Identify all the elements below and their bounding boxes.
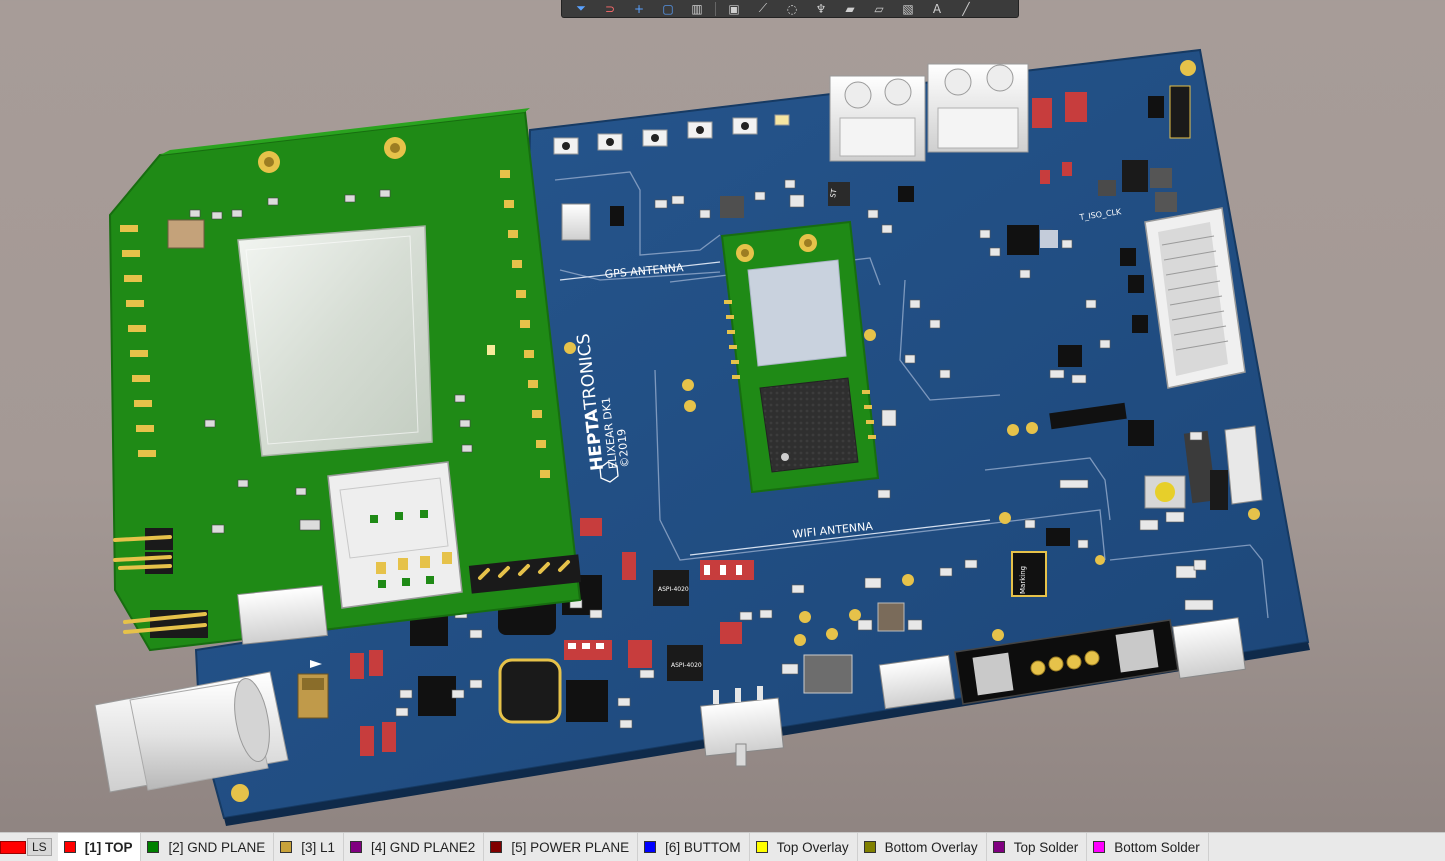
layer-tab-label: Top Overlay xyxy=(776,839,849,855)
layer-tab-2-gnd-plane[interactable]: [2] GND PLANE xyxy=(141,832,275,861)
layer-tab-label: Bottom Solder xyxy=(1114,839,1200,855)
layer-tab-4-gnd-plane2[interactable]: [4] GND PLANE2 xyxy=(344,832,485,861)
layer-tab-3-l1[interactable]: [3] L1 xyxy=(274,832,345,861)
terminal-block-2 xyxy=(927,63,1029,153)
layer-set-label[interactable]: LS xyxy=(27,838,52,856)
layer-tab-label: [1] TOP xyxy=(84,839,133,855)
chart-icon[interactable]: ▥ xyxy=(686,1,708,17)
current-layer-color-swatch xyxy=(0,840,26,854)
via-icon[interactable]: ◌ xyxy=(781,1,803,17)
layer-tab-5-power-plane[interactable]: [5] POWER PLANE xyxy=(484,832,639,861)
pad-icon[interactable]: ♆ xyxy=(810,1,832,17)
layer-tab-label: [6] BUTTOM xyxy=(665,839,741,855)
layer-tab-label: [2] GND PLANE xyxy=(168,839,266,855)
layer-tab-top-solder[interactable]: Top Solder xyxy=(987,832,1088,861)
track-icon[interactable]: ⟋ xyxy=(752,1,774,17)
filter-icon[interactable]: ⏷ xyxy=(570,1,592,17)
layer-color-swatch xyxy=(490,841,503,853)
region-icon[interactable]: ▱ xyxy=(868,1,890,17)
reset-button[interactable] xyxy=(1144,475,1186,509)
layer-tab-label: Top Solder xyxy=(1013,839,1079,855)
layer-tab-label: Bottom Overlay xyxy=(884,839,978,855)
terminal-block-1 xyxy=(829,75,926,162)
layer-tab-1-top[interactable]: [1] TOP xyxy=(57,832,142,861)
layer-color-swatch xyxy=(147,841,160,853)
pcb-3d-view[interactable]: ASPI-4020 ASPI-4020 Marking ST GPS ANTEN… xyxy=(0,0,1445,832)
layer-color-swatch xyxy=(992,841,1005,853)
layer-set-selector[interactable]: LS xyxy=(0,833,58,861)
layer-tab-bar: LS [1] TOP [2] GND PLANE [3] L1 [4] GND PLA… xyxy=(0,832,1445,861)
layer-tab-label: [5] POWER PLANE xyxy=(511,839,630,855)
layer-color-swatch xyxy=(63,841,76,853)
layer-tab-label: [3] L1 xyxy=(301,839,336,855)
ic-label-1: ASPI-4020 xyxy=(658,586,689,593)
dimension-icon[interactable]: ▧ xyxy=(897,1,919,17)
lte-module xyxy=(108,108,582,652)
select-rect-icon[interactable]: ▢ xyxy=(657,1,679,17)
layer-tab-label: [4] GND PLANE2 xyxy=(371,839,476,855)
add-icon[interactable]: + xyxy=(628,1,650,17)
layer-color-swatch xyxy=(863,841,876,853)
layer-tab-top-overlay[interactable]: Top Overlay xyxy=(750,832,858,861)
layer-color-swatch xyxy=(755,841,768,853)
ic-label-2: ASPI-4020 xyxy=(671,662,702,669)
component-icon[interactable]: ▣ xyxy=(723,1,745,17)
pcb-3d-viewport[interactable]: ASPI-4020 ASPI-4020 Marking ST GPS ANTEN… xyxy=(0,0,1445,832)
view-toolbar: ⏷ ⊃ + ▢ ▥ ▣ ⟋ ◌ ♆ ▰ ▱ ▧ A ╱ xyxy=(561,0,1019,18)
layer-tab-6-buttom[interactable]: [6] BUTTOM xyxy=(638,832,750,861)
layer-tab-bottom-overlay[interactable]: Bottom Overlay xyxy=(858,832,987,861)
tantalum-capacitor xyxy=(297,673,329,719)
chip-marking: Marking xyxy=(1019,566,1027,594)
layer-tab-bottom-solder[interactable]: Bottom Solder xyxy=(1087,832,1209,861)
fill-icon[interactable]: ▰ xyxy=(839,1,861,17)
line-icon[interactable]: ╱ xyxy=(955,1,977,17)
layer-color-swatch xyxy=(644,841,657,853)
layer-tabs: [1] TOP [2] GND PLANE [3] L1 [4] GND PLANE2… xyxy=(57,832,1209,861)
toolbar-separator xyxy=(715,1,716,16)
text-icon[interactable]: A xyxy=(926,1,948,17)
layer-color-swatch xyxy=(350,841,363,853)
route-icon[interactable]: ⊃ xyxy=(599,1,621,17)
layer-color-swatch xyxy=(280,841,293,853)
layer-color-swatch xyxy=(1093,841,1106,853)
